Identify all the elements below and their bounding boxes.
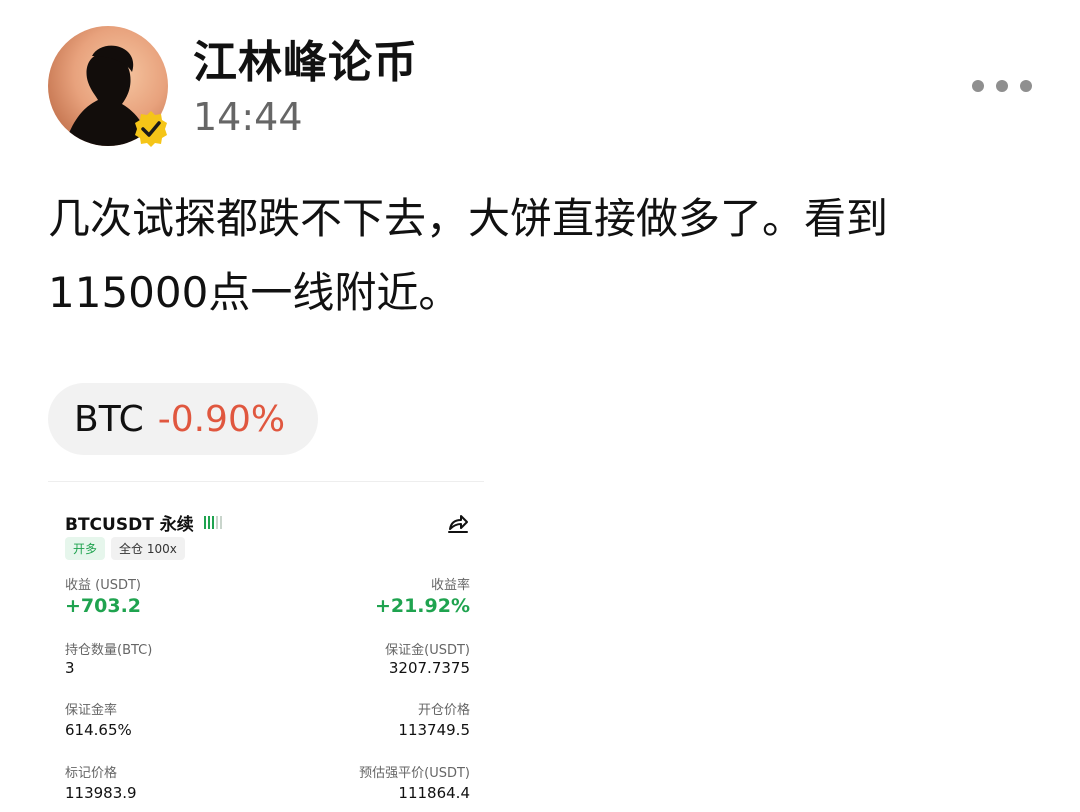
roi-label: 收益率 [430,578,470,593]
ticker-change: -0.90% [157,398,286,440]
size-value: 3 [65,659,75,677]
mark-price-value: 113983.9 [65,784,137,802]
pair-title: BTCUSDT 永续 [65,510,222,535]
entry-price-value: 113749.5 [398,721,470,739]
position-card[interactable]: BTCUSDT 永续 开多 全仓 100x 收益 (USDT) +703.2 收… [48,481,484,812]
signal-bars-icon [203,516,222,529]
author-name[interactable]: 江林峰论币 [193,26,418,90]
margin-ratio-label: 保证金率 [65,703,118,718]
roi-value: +21.92% [374,595,470,617]
leverage-tag: 全仓 100x [111,537,185,560]
side-tag: 开多 [65,537,106,560]
pnl-value: +703.2 [65,595,142,617]
ticker-symbol: BTC [74,398,144,440]
verified-badge-icon [135,111,167,147]
more-dots-icon[interactable] [972,78,1032,94]
ticker-chip[interactable]: BTC -0.90% [48,383,318,455]
entry-price-label: 开仓价格 [417,703,470,718]
margin-value: 3207.7375 [388,659,470,677]
size-label: 持仓数量(BTC) [65,643,153,658]
pnl-label: 收益 (USDT) [65,578,141,593]
liq-price-label: 预估强平价(USDT) [359,766,470,781]
share-icon[interactable] [446,511,470,535]
post-time: 14:44 [193,95,303,139]
liq-price-value: 111864.4 [398,784,470,802]
margin-ratio-value: 614.65% [65,721,132,739]
post-text: 几次试探都跌不下去，大饼直接做多了。看到115000点一线附近。 [48,194,889,317]
mark-price-label: 标记价格 [65,766,118,781]
position-tags: 开多 全仓 100x [65,537,185,560]
margin-label: 保证金(USDT) [385,643,470,658]
pair-label: BTCUSDT 永续 [65,515,194,535]
